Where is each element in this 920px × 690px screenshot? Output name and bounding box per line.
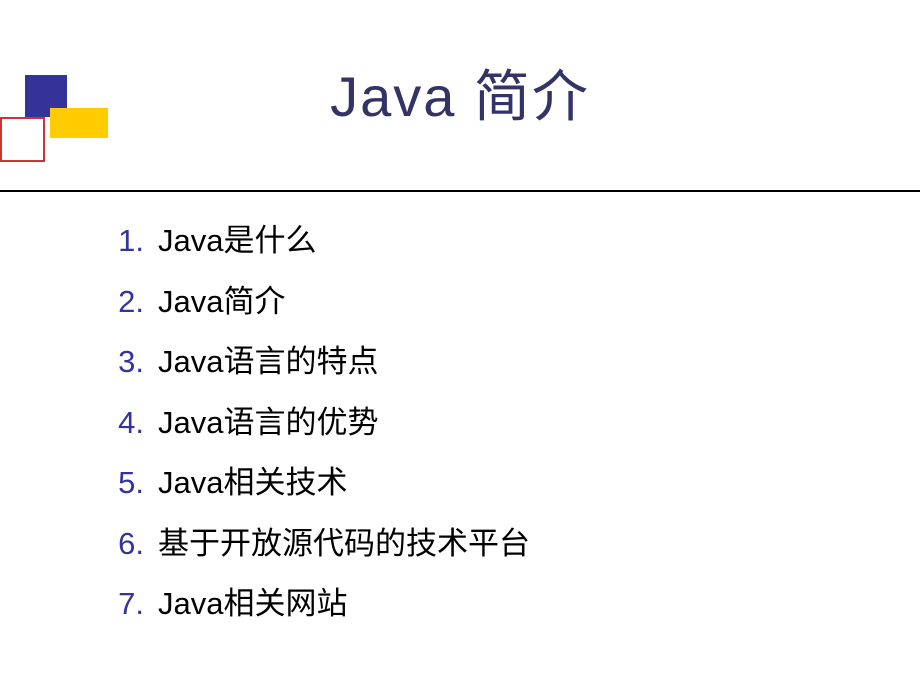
list-number: 3. <box>110 339 158 386</box>
list-number: 2. <box>110 279 158 326</box>
list-text: Java语言的特点 <box>158 339 378 386</box>
list-text: Java相关技术 <box>158 460 347 507</box>
list-item: 4. Java语言的优势 <box>110 400 530 447</box>
list-item: 7. Java相关网站 <box>110 581 530 628</box>
list-item: 5. Java相关技术 <box>110 460 530 507</box>
numbered-list: 1. Java是什么 2. Java简介 3. Java语言的特点 4. Jav… <box>110 218 530 642</box>
list-item: 1. Java是什么 <box>110 218 530 265</box>
horizontal-divider <box>0 190 920 192</box>
list-number: 1. <box>110 218 158 265</box>
list-number: 7. <box>110 581 158 628</box>
list-number: 6. <box>110 521 158 568</box>
list-text: Java简介 <box>158 279 285 326</box>
list-item: 3. Java语言的特点 <box>110 339 530 386</box>
list-number: 5. <box>110 460 158 507</box>
list-item: 2. Java简介 <box>110 279 530 326</box>
list-text: Java相关网站 <box>158 581 347 628</box>
list-text: 基于开放源代码的技术平台 <box>158 521 530 568</box>
list-item: 6. 基于开放源代码的技术平台 <box>110 521 530 568</box>
list-text: Java语言的优势 <box>158 400 378 447</box>
list-number: 4. <box>110 400 158 447</box>
list-text: Java是什么 <box>158 218 316 265</box>
slide-title: Java 简介 <box>0 52 920 133</box>
